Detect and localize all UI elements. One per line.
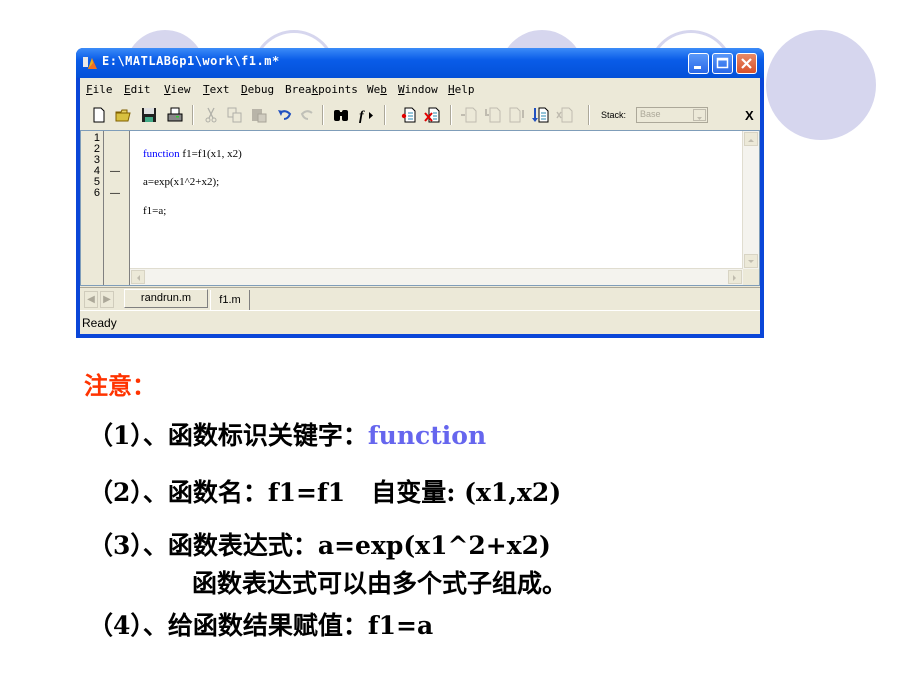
minimize-icon bbox=[694, 66, 701, 69]
tab-scroll-right-button[interactable]: ▶ bbox=[100, 291, 114, 308]
maximize-icon bbox=[716, 57, 729, 69]
arrow-right-icon bbox=[733, 275, 736, 281]
scroll-left-button[interactable] bbox=[131, 270, 145, 284]
close-document-button[interactable]: X bbox=[745, 108, 754, 123]
tab-randrun[interactable]: randrun.m bbox=[124, 289, 208, 308]
step-in-icon[interactable] bbox=[484, 106, 502, 124]
redo-icon[interactable] bbox=[298, 106, 316, 124]
scroll-down-button[interactable] bbox=[744, 254, 758, 268]
toolbar-separator bbox=[588, 105, 590, 125]
menu-view[interactable]: View bbox=[164, 83, 191, 96]
menu-text[interactable]: Text bbox=[203, 83, 230, 96]
clear-breakpoints-icon[interactable] bbox=[424, 106, 442, 124]
code-line-2: function f1=f1(x1, x2) bbox=[143, 148, 242, 160]
toolbar-separator bbox=[192, 105, 194, 125]
menu-breakpoints[interactable]: Breakpoints bbox=[285, 83, 358, 96]
note-item-2: （2）、函数名：f1=f1 自变量: (x1,x2) bbox=[88, 478, 562, 507]
continue-icon[interactable] bbox=[532, 106, 550, 124]
cut-icon[interactable] bbox=[202, 106, 220, 124]
menu-web[interactable]: Web bbox=[367, 83, 387, 96]
open-folder-icon[interactable] bbox=[115, 106, 133, 124]
copy-icon[interactable] bbox=[226, 106, 244, 124]
toolbar-separator bbox=[450, 105, 452, 125]
tab-scroll-left-button[interactable]: ◀ bbox=[84, 291, 98, 308]
menu-window[interactable]: Window bbox=[398, 83, 438, 96]
menu-edit[interactable]: Edit bbox=[124, 83, 151, 96]
status-text: Ready bbox=[82, 316, 117, 330]
paste-icon[interactable] bbox=[250, 106, 268, 124]
matlab-logo-icon bbox=[83, 57, 97, 69]
toolbar-separator bbox=[322, 105, 324, 125]
title-bar[interactable]: E:\MATLAB6p1\work\f1.m* bbox=[76, 48, 764, 78]
exit-debug-icon[interactable] bbox=[556, 106, 574, 124]
close-icon bbox=[741, 58, 752, 69]
toolbar: f Stack: Base X bbox=[80, 102, 760, 128]
window-title: E:\MATLAB6p1\work\f1.m* bbox=[102, 54, 280, 68]
arrow-up-icon bbox=[748, 139, 754, 142]
menu-help[interactable]: Help bbox=[448, 83, 475, 96]
arrow-left-icon bbox=[137, 275, 140, 281]
print-icon[interactable] bbox=[166, 106, 184, 124]
note-item-4: （4）、给函数结果赋值：f1=a bbox=[88, 611, 434, 640]
close-window-button[interactable] bbox=[736, 53, 757, 74]
window-client-area: File Edit View Text Debug Breakpoints We… bbox=[80, 78, 760, 334]
arrow-down-icon bbox=[748, 260, 754, 263]
set-breakpoint-icon[interactable] bbox=[400, 106, 418, 124]
code-keyword: function bbox=[143, 148, 180, 160]
step-icon[interactable] bbox=[460, 106, 478, 124]
decorative-circle bbox=[766, 30, 876, 140]
svg-text:f: f bbox=[359, 109, 365, 124]
document-tabs: ◀ ▶ randrun.m f1.m bbox=[80, 287, 760, 311]
code-line-4: a=exp(x1^2+x2); bbox=[143, 176, 220, 188]
status-bar: Ready bbox=[80, 310, 760, 333]
scrollbar-corner bbox=[743, 269, 759, 285]
menu-debug[interactable]: Debug bbox=[241, 83, 274, 96]
notes-heading: 注意： bbox=[84, 372, 156, 400]
stack-dropdown[interactable]: Base bbox=[636, 107, 708, 123]
function-keyword: function bbox=[367, 421, 487, 450]
horizontal-scrollbar[interactable] bbox=[130, 268, 743, 285]
function-browser-icon[interactable]: f bbox=[358, 106, 376, 124]
undo-icon[interactable] bbox=[276, 106, 294, 124]
new-file-icon[interactable] bbox=[90, 106, 108, 124]
code-line-6: f1=a; bbox=[143, 205, 167, 217]
tab-f1[interactable]: f1.m bbox=[210, 290, 250, 311]
stack-label: Stack: bbox=[601, 110, 627, 120]
executable-line-marker[interactable]: — bbox=[110, 166, 120, 177]
minimize-button[interactable] bbox=[688, 53, 709, 74]
maximize-button[interactable] bbox=[712, 53, 733, 74]
matlab-editor-window: E:\MATLAB6p1\work\f1.m* File Edit View T… bbox=[76, 48, 764, 338]
breakpoint-column[interactable]: — — bbox=[103, 131, 130, 285]
chevron-down-icon bbox=[693, 109, 706, 121]
stack-value: Base bbox=[640, 109, 661, 119]
scroll-up-button[interactable] bbox=[744, 132, 758, 146]
toolbar-separator bbox=[384, 105, 386, 125]
line-number: 6 bbox=[93, 187, 100, 199]
menu-bar: File Edit View Text Debug Breakpoints We… bbox=[80, 78, 760, 100]
save-icon[interactable] bbox=[140, 106, 158, 124]
executable-line-marker[interactable]: — bbox=[110, 188, 120, 199]
step-out-icon[interactable] bbox=[508, 106, 526, 124]
line-number-gutter: 1 2 3 4 5 6 bbox=[81, 131, 103, 285]
note-item-3-continuation: 函数表达式可以由多个式子组成。 bbox=[192, 569, 568, 598]
find-icon[interactable] bbox=[332, 106, 350, 124]
scroll-right-button[interactable] bbox=[728, 270, 742, 284]
menu-file[interactable]: File bbox=[86, 83, 113, 96]
note-item-1: （1）、函数标识关键字：function bbox=[88, 421, 487, 450]
code-editor[interactable]: 1 2 3 4 5 6 — — function f1=f1(x1, x2) a… bbox=[80, 130, 760, 286]
note-item-3: （3）、函数表达式：a=exp(x1^2+x2) bbox=[88, 531, 551, 560]
vertical-scrollbar[interactable] bbox=[742, 131, 759, 269]
